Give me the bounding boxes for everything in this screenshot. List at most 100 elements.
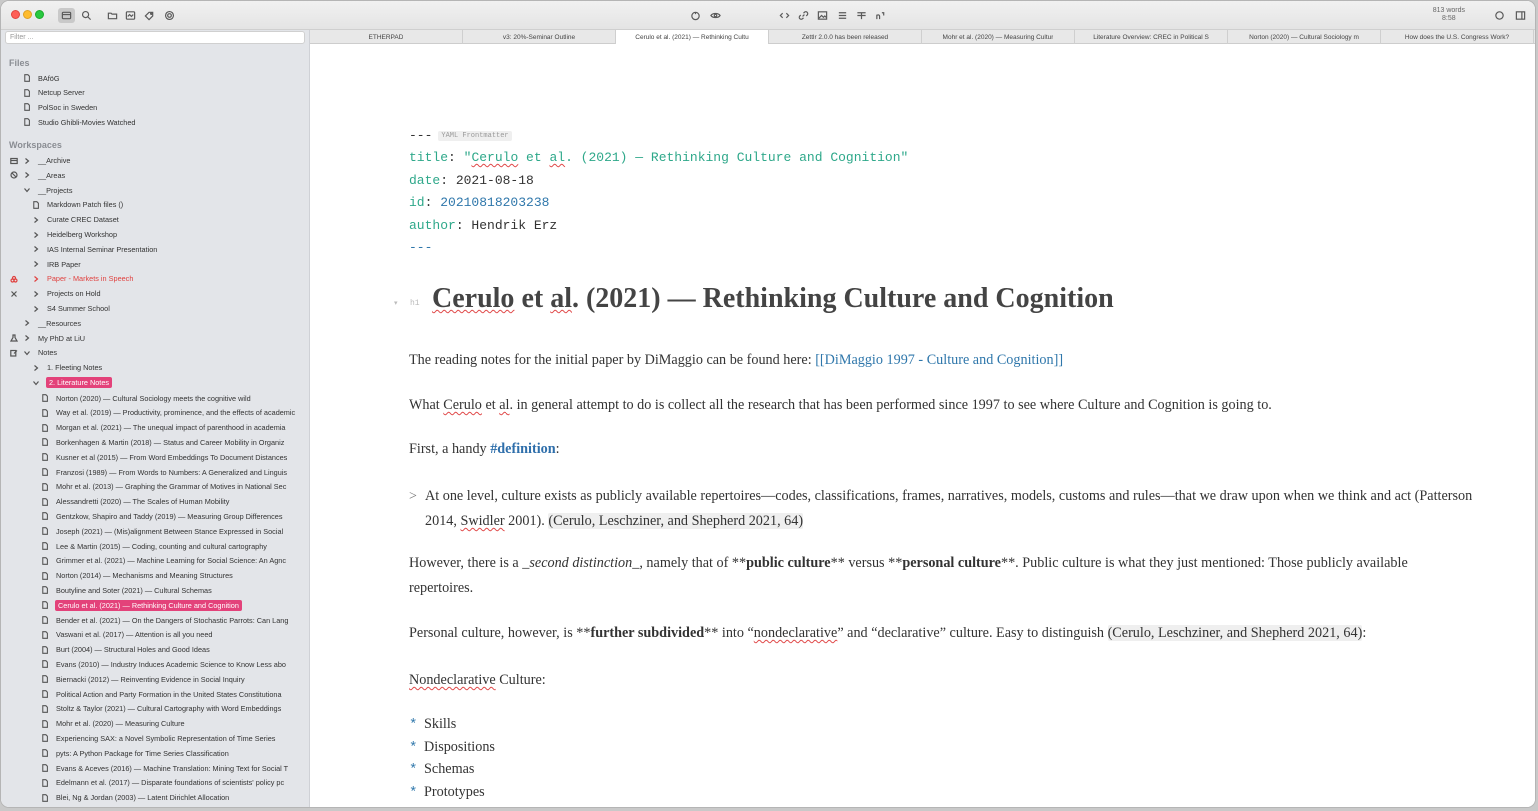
- chevron-down-icon[interactable]: [32, 379, 40, 387]
- file-item[interactable]: Studio Ghibli-Movies Watched: [1, 115, 309, 129]
- citation-cerulo-2[interactable]: (Cerulo, Leschziner, and Shepherd 2021, …: [1107, 625, 1363, 641]
- note-item[interactable]: Mohr et al. (2013) — Graphing the Gramma…: [1, 480, 309, 494]
- workspace-tree-item[interactable]: 2. Literature Notes: [1, 376, 309, 390]
- note-item[interactable]: Evans (2010) — Industry Induces Academic…: [1, 657, 309, 671]
- chevron-right-icon[interactable]: [23, 157, 31, 165]
- tag-icon[interactable]: [144, 8, 155, 23]
- workspace-tree-item[interactable]: 1. Fleeting Notes: [1, 361, 309, 375]
- pomodoro-icon[interactable]: [690, 8, 701, 23]
- list-icon[interactable]: [837, 8, 848, 23]
- note-item[interactable]: Stoltz & Taylor (2021) — Cultural Cartog…: [1, 702, 309, 716]
- file-manager-toggle-icon[interactable]: [58, 8, 75, 23]
- workspace-tree-item[interactable]: __Archive: [1, 154, 309, 168]
- footnote-icon[interactable]: [875, 8, 886, 23]
- chevron-down-icon[interactable]: [23, 349, 31, 357]
- workspace-tree-item[interactable]: Notes: [1, 346, 309, 360]
- note-item[interactable]: Cerulo et al. (2021) — Rethinking Cultur…: [1, 598, 309, 612]
- editor[interactable]: --- YAML Frontmatter title: "Cerulo et al…: [310, 45, 1535, 807]
- code-icon[interactable]: [779, 8, 790, 23]
- workspace-tree-item[interactable]: Projects on Hold: [1, 287, 309, 301]
- chevron-right-icon[interactable]: [23, 171, 31, 179]
- file-item[interactable]: BAföG: [1, 71, 309, 85]
- note-item[interactable]: Joseph (2021) — (Mis)alignment Between S…: [1, 524, 309, 538]
- note-item[interactable]: Kusner et al (2015) — From Word Embeddin…: [1, 450, 309, 464]
- chevron-right-icon[interactable]: [32, 260, 40, 268]
- workspace-tree-item[interactable]: Heidelberg Workshop: [1, 228, 309, 242]
- filter-input[interactable]: Filter ...: [5, 31, 305, 44]
- note-item[interactable]: Franzosi (1989) — From Words to Numbers:…: [1, 465, 309, 479]
- citation-cerulo[interactable]: (Cerulo, Leschziner, and Shepherd 2021, …: [548, 513, 804, 529]
- note-item[interactable]: Edelmann et al. (2017) — Disparate found…: [1, 776, 309, 790]
- workspace-tree-item[interactable]: Paper - Markets in Speech: [1, 272, 309, 286]
- table-icon[interactable]: [856, 8, 867, 23]
- note-item[interactable]: Morgan et al. (2021) — The unequal impac…: [1, 421, 309, 435]
- open-folder-icon[interactable]: [107, 8, 118, 23]
- document-tab[interactable]: Literature Overview: CREC in Political S: [1075, 30, 1228, 44]
- maximize-window-button[interactable]: [35, 10, 44, 19]
- workspace-tree-item[interactable]: My PhD at LiU: [1, 331, 309, 345]
- document-tab[interactable]: How does the U.S. Congress Work?: [1381, 30, 1534, 44]
- note-item[interactable]: pyts: A Python Package for Time Series C…: [1, 746, 309, 760]
- workspace-tree-item[interactable]: Curate CREC Dataset: [1, 213, 309, 227]
- image-icon[interactable]: [817, 8, 828, 23]
- yaml-date-value: 2021-08-18: [455, 173, 534, 188]
- document-tab[interactable]: Mohr et al. (2020) — Measuring Cultur: [922, 30, 1075, 44]
- preview-eye-icon[interactable]: [710, 8, 721, 23]
- note-item[interactable]: Political Action and Party Formation in …: [1, 687, 309, 701]
- workspace-tree-item[interactable]: __Areas: [1, 168, 309, 182]
- chevron-right-icon[interactable]: [23, 334, 31, 342]
- chevron-right-icon[interactable]: [32, 216, 40, 224]
- status-circle-icon[interactable]: [1494, 8, 1505, 23]
- item-label: Burt (2004) — Structural Holes and Good …: [56, 645, 210, 655]
- document-tab[interactable]: Cerulo et al. (2021) — Rethinking Cultu: [616, 30, 769, 44]
- note-item[interactable]: Norton (2014) — Mechanisms and Meaning S…: [1, 569, 309, 583]
- new-file-icon[interactable]: [125, 8, 136, 23]
- note-item[interactable]: Blei, Ng & Jordan (2003) — Latent Dirich…: [1, 791, 309, 805]
- search-icon[interactable]: [81, 8, 92, 23]
- chevron-right-icon[interactable]: [23, 319, 31, 327]
- workspace-tree-item[interactable]: IRB Paper: [1, 257, 309, 271]
- note-item[interactable]: Grimmer et al. (2021) — Machine Learning…: [1, 554, 309, 568]
- workspace-tree-item[interactable]: __Resources: [1, 316, 309, 330]
- file-item[interactable]: Netcup Server: [1, 86, 309, 100]
- note-item[interactable]: Alessandretti (2020) — The Scales of Hum…: [1, 495, 309, 509]
- note-item[interactable]: Vaswani et al. (2017) — Attention is all…: [1, 628, 309, 642]
- wiki-link-dimaggio[interactable]: [[DiMaggio 1997 - Culture and Cognition]…: [815, 352, 1063, 368]
- workspace-tree-item[interactable]: S4 Summer School: [1, 302, 309, 316]
- chevron-right-icon[interactable]: [32, 290, 40, 298]
- settings-gear-icon[interactable]: [164, 8, 175, 23]
- chevron-right-icon[interactable]: [32, 364, 40, 372]
- workspace-tree-item[interactable]: Markdown Patch files (): [1, 198, 309, 212]
- note-item[interactable]: Norton (2020) — Cultural Sociology meets…: [1, 391, 309, 405]
- note-item[interactable]: Way et al. (2019) — Productivity, promin…: [1, 406, 309, 420]
- sidebar-toggle-icon[interactable]: [1515, 8, 1526, 23]
- document-tab[interactable]: ETHERPAD: [310, 30, 463, 44]
- word-count-display[interactable]: 813 words 8:58: [1433, 7, 1465, 23]
- note-item[interactable]: Borkenhagen & Martin (2018) — Status and…: [1, 435, 309, 449]
- chevron-right-icon[interactable]: [32, 305, 40, 313]
- note-item[interactable]: Boutyline and Soter (2021) — Cultural Sc…: [1, 583, 309, 597]
- note-item[interactable]: Burt (2004) — Structural Holes and Good …: [1, 643, 309, 657]
- chevron-right-icon[interactable]: [32, 275, 40, 283]
- file-item[interactable]: PolSoc in Sweden: [1, 100, 309, 114]
- workspace-tree-item[interactable]: __Projects: [1, 183, 309, 197]
- link-icon[interactable]: [798, 8, 809, 23]
- note-item[interactable]: Mohr et al. (2020) — Measuring Culture: [1, 717, 309, 731]
- close-window-button[interactable]: [11, 10, 20, 19]
- fold-toggle-icon[interactable]: ▾: [394, 299, 398, 307]
- note-item[interactable]: Experiencing SAX: a Novel Symbolic Repre…: [1, 731, 309, 745]
- note-item[interactable]: Biernacki (2012) — Reinventing Evidence …: [1, 672, 309, 686]
- workspace-tree-item[interactable]: IAS Internal Seminar Presentation: [1, 242, 309, 256]
- note-item[interactable]: Gentzkow, Shapiro and Taddy (2019) — Mea…: [1, 509, 309, 523]
- chevron-right-icon[interactable]: [32, 231, 40, 239]
- definition-tag[interactable]: #definition: [490, 441, 555, 457]
- document-tab[interactable]: Zettlr 2.0.0 has been released: [769, 30, 922, 44]
- minimize-window-button[interactable]: [23, 10, 32, 19]
- note-item[interactable]: Bender et al. (2021) — On the Dangers of…: [1, 613, 309, 627]
- chevron-right-icon[interactable]: [32, 245, 40, 253]
- note-item[interactable]: Lee & Martin (2015) — Coding, counting a…: [1, 539, 309, 553]
- chevron-down-icon[interactable]: [23, 186, 31, 194]
- note-item[interactable]: Evans & Aceves (2016) — Machine Translat…: [1, 761, 309, 775]
- document-tab[interactable]: Norton (2020) — Cultural Sociology m: [1228, 30, 1381, 44]
- document-tab[interactable]: v3: 20%-Seminar Outline: [463, 30, 616, 44]
